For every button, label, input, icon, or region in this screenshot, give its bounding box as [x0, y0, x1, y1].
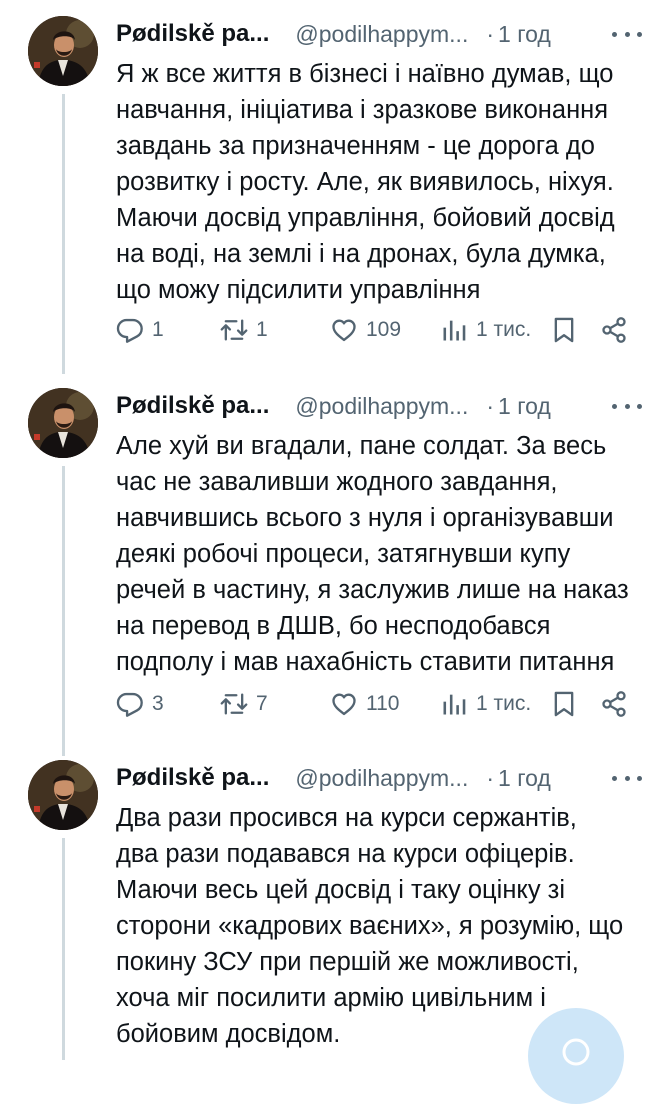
views-count: 1 тис. [476, 318, 532, 341]
thread-connector [62, 838, 65, 1060]
avatar-image [28, 388, 98, 458]
views-button[interactable]: 1 тис. [440, 688, 531, 720]
reply-button[interactable]: 3 [116, 688, 164, 720]
timestamp[interactable]: 1 год [498, 21, 551, 48]
compose-icon [562, 1038, 590, 1066]
avatar[interactable] [28, 388, 98, 458]
repost-count: 1 [256, 318, 268, 341]
text-line: навчившись всього з нуля і організувавши [116, 504, 614, 532]
tweet-header: Pødilskě pa... @podilhappym... · 1 год [116, 760, 646, 796]
text-line: Я ж все життя в бізнесі і наївно думав, … [116, 60, 614, 88]
author-handle[interactable]: @podilhappym... [295, 393, 468, 420]
like-icon [330, 316, 358, 344]
avatar[interactable] [28, 16, 98, 86]
reply-icon [116, 316, 144, 344]
tweet-header: Pødilskě pa... @podilhappym... · 1 год [116, 388, 646, 424]
action-bar: 3 7 110 1 тис. [116, 688, 636, 720]
text-line: деякі робочі процеси, затягнувши купу [116, 540, 571, 568]
share-button[interactable] [600, 688, 628, 720]
text-line: два рази подавався на курси офіцерів. [116, 840, 575, 868]
views-icon [440, 690, 468, 718]
text-line: Але хуй ви вгадали, пане солдат. За весь [116, 432, 607, 460]
bookmark-icon [550, 690, 578, 718]
share-icon [600, 690, 628, 718]
thread: Pødilskě pa... @podilhappym... · 1 год Я… [0, 0, 660, 1104]
author-name[interactable]: Pødilskě pa... [116, 392, 269, 420]
repost-count: 7 [256, 692, 268, 715]
more-icon[interactable] [612, 396, 642, 416]
tweet-1[interactable]: Pødilskě pa... @podilhappym... · 1 год Я… [0, 16, 660, 374]
action-bar: 1 1 109 1 тис. [116, 314, 636, 346]
author-handle[interactable]: @podilhappym... [295, 765, 468, 792]
like-button[interactable]: 110 [330, 688, 399, 720]
compose-button[interactable] [528, 1008, 624, 1104]
views-button[interactable]: 1 тис. [440, 314, 531, 346]
views-icon [440, 316, 468, 344]
like-count: 109 [366, 318, 402, 341]
text-line: навчання, ініціатива і зразкове виконанн… [116, 96, 609, 124]
text-line: розвитку і росту. Але, як виявилось, ніх… [116, 168, 614, 196]
reply-count: 1 [152, 318, 164, 341]
bookmark-button[interactable] [550, 314, 578, 346]
bookmark-icon [550, 316, 578, 344]
tweet-header: Pødilskě pa... @podilhappym... · 1 год [116, 16, 646, 52]
timestamp[interactable]: 1 год [498, 393, 551, 420]
repost-button[interactable]: 1 [220, 314, 268, 346]
tweet-text: Я ж все життя в бізнесі і наївно думав, … [116, 56, 636, 308]
tweet-text: Але хуй ви вгадали, пане солдат. За весь… [116, 428, 636, 680]
thread-connector [62, 466, 65, 756]
timestamp[interactable]: 1 год [498, 765, 551, 792]
text-line: покину ЗСУ при першій же можливості, [116, 948, 579, 976]
repost-icon [220, 316, 248, 344]
author-name[interactable]: Pødilskě pa... [116, 764, 269, 792]
avatar-image [28, 16, 98, 86]
reply-button[interactable]: 1 [116, 314, 164, 346]
author-name[interactable]: Pødilskě pa... [116, 20, 269, 48]
reply-icon [116, 690, 144, 718]
like-button[interactable]: 109 [330, 314, 401, 346]
avatar-image [28, 760, 98, 830]
text-line: завдань за призначенням - це дорога до [116, 132, 595, 160]
repost-button[interactable]: 7 [220, 688, 268, 720]
more-icon[interactable] [612, 24, 642, 44]
tweet-2[interactable]: Pødilskě pa... @podilhappym... · 1 год А… [0, 388, 660, 756]
like-count: 110 [366, 692, 400, 715]
share-icon [600, 316, 628, 344]
repost-icon [220, 690, 248, 718]
separator: · [486, 764, 495, 791]
more-icon[interactable] [612, 768, 642, 788]
text-line: на воді, на землі і на дронах, була думк… [116, 240, 606, 268]
like-icon [330, 690, 358, 718]
thread-connector [62, 94, 65, 374]
text-line: на перевод в ДШВ, бо несподобався [116, 612, 551, 640]
text-line: сторони «кадрових ваєних», я розумію, що [116, 912, 624, 940]
reply-count: 3 [152, 692, 164, 715]
separator: · [486, 392, 495, 419]
text-line: подполу і мав нахабність ставити питання [116, 648, 615, 676]
author-handle[interactable]: @podilhappym... [295, 21, 468, 48]
text-line: Маючи весь цей досвід і таку оцінку зі [116, 876, 566, 904]
text-line: Два рази просився на курси сержантів, [116, 804, 577, 832]
text-line: речей в частину, я заслужив лише на нака… [116, 576, 629, 604]
text-line: Маючи досвід управління, бойовий досвід [116, 204, 615, 232]
text-line: час не заваливши жодного завдання, [116, 468, 558, 496]
share-button[interactable] [600, 314, 628, 346]
bookmark-button[interactable] [550, 688, 578, 720]
avatar[interactable] [28, 760, 98, 830]
text-line: що можу підсилити управління [116, 276, 481, 304]
separator: · [486, 20, 495, 47]
views-count: 1 тис. [476, 692, 532, 715]
